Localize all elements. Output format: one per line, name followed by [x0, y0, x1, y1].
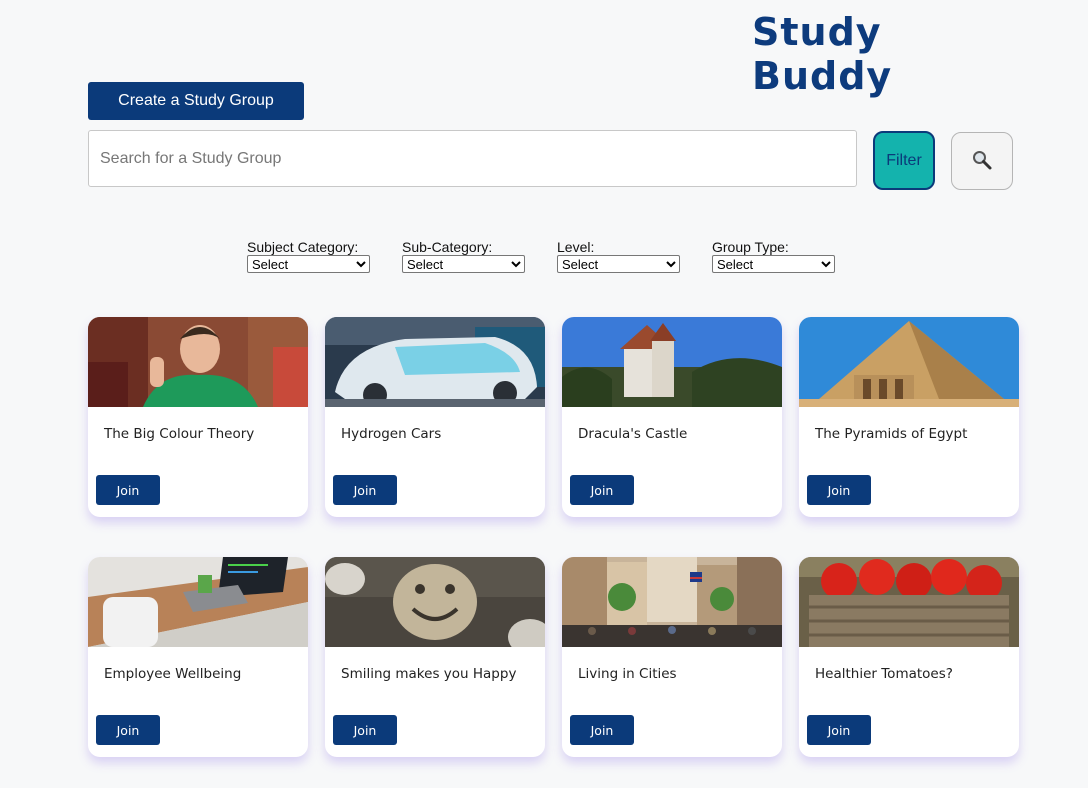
join-button[interactable]: Join — [570, 715, 634, 745]
sub-category-select[interactable]: Select — [402, 255, 525, 273]
filter-label: Sub-Category: — [402, 239, 493, 255]
level-filter: Level: Select — [557, 240, 681, 273]
filter-button[interactable]: Filter — [873, 131, 935, 190]
sub-category-filter: Sub-Category: Select — [402, 240, 526, 273]
study-group-card[interactable]: Employee Wellbeing Join — [88, 557, 308, 757]
laptop-desk-photo — [88, 557, 308, 647]
subject-category-select[interactable]: Select — [247, 255, 370, 273]
search-button[interactable] — [951, 132, 1013, 190]
tomato-basket-photo — [799, 557, 1019, 647]
join-button[interactable]: Join — [96, 475, 160, 505]
group-title: Hydrogen Cars — [341, 426, 442, 442]
filter-bar: Subject Category: Select Sub-Category: S… — [247, 240, 836, 273]
magnifier-icon — [971, 149, 993, 174]
pyramid-photo — [799, 317, 1019, 407]
search-input[interactable] — [88, 130, 857, 187]
join-button[interactable]: Join — [333, 715, 397, 745]
group-title: The Pyramids of Egypt — [815, 426, 968, 442]
group-type-select[interactable]: Select — [712, 255, 835, 273]
group-type-filter: Group Type: Select — [712, 240, 836, 273]
group-title: Living in Cities — [578, 666, 677, 682]
study-group-card[interactable]: Living in Cities Join — [562, 557, 782, 757]
level-select[interactable]: Select — [557, 255, 680, 273]
filter-label: Level: — [557, 239, 595, 255]
group-title: Smiling makes you Happy — [341, 666, 517, 682]
concept-car-photo — [325, 317, 545, 407]
group-title: Dracula's Castle — [578, 426, 688, 442]
study-group-card[interactable]: The Big Colour Theory Join — [88, 317, 308, 517]
city-street-photo — [562, 557, 782, 647]
study-group-card[interactable]: Smiling makes you Happy Join — [325, 557, 545, 757]
castle-photo — [562, 317, 782, 407]
join-button[interactable]: Join — [807, 475, 871, 505]
study-group-card[interactable]: Hydrogen Cars Join — [325, 317, 545, 517]
study-group-card[interactable]: Dracula's Castle Join — [562, 317, 782, 517]
join-button[interactable]: Join — [807, 715, 871, 745]
study-group-card[interactable]: The Pyramids of Egypt Join — [799, 317, 1019, 517]
study-group-grid: The Big Colour Theory Join Hydrogen Cars… — [88, 317, 1019, 757]
man-green-shirt-photo — [88, 317, 308, 407]
group-title: Healthier Tomatoes? — [815, 666, 953, 682]
study-group-card[interactable]: Healthier Tomatoes? Join — [799, 557, 1019, 757]
group-title: Employee Wellbeing — [104, 666, 242, 682]
filter-label: Group Type: — [712, 239, 789, 255]
smiley-pavement-photo — [325, 557, 545, 647]
join-button[interactable]: Join — [333, 475, 397, 505]
join-button[interactable]: Join — [570, 475, 634, 505]
group-title: The Big Colour Theory — [104, 426, 255, 442]
brand-title: Study Buddy — [752, 10, 893, 98]
create-study-group-button[interactable]: Create a Study Group — [88, 82, 304, 120]
join-button[interactable]: Join — [96, 715, 160, 745]
subject-category-filter: Subject Category: Select — [247, 240, 371, 273]
filter-label: Subject Category: — [247, 239, 359, 255]
